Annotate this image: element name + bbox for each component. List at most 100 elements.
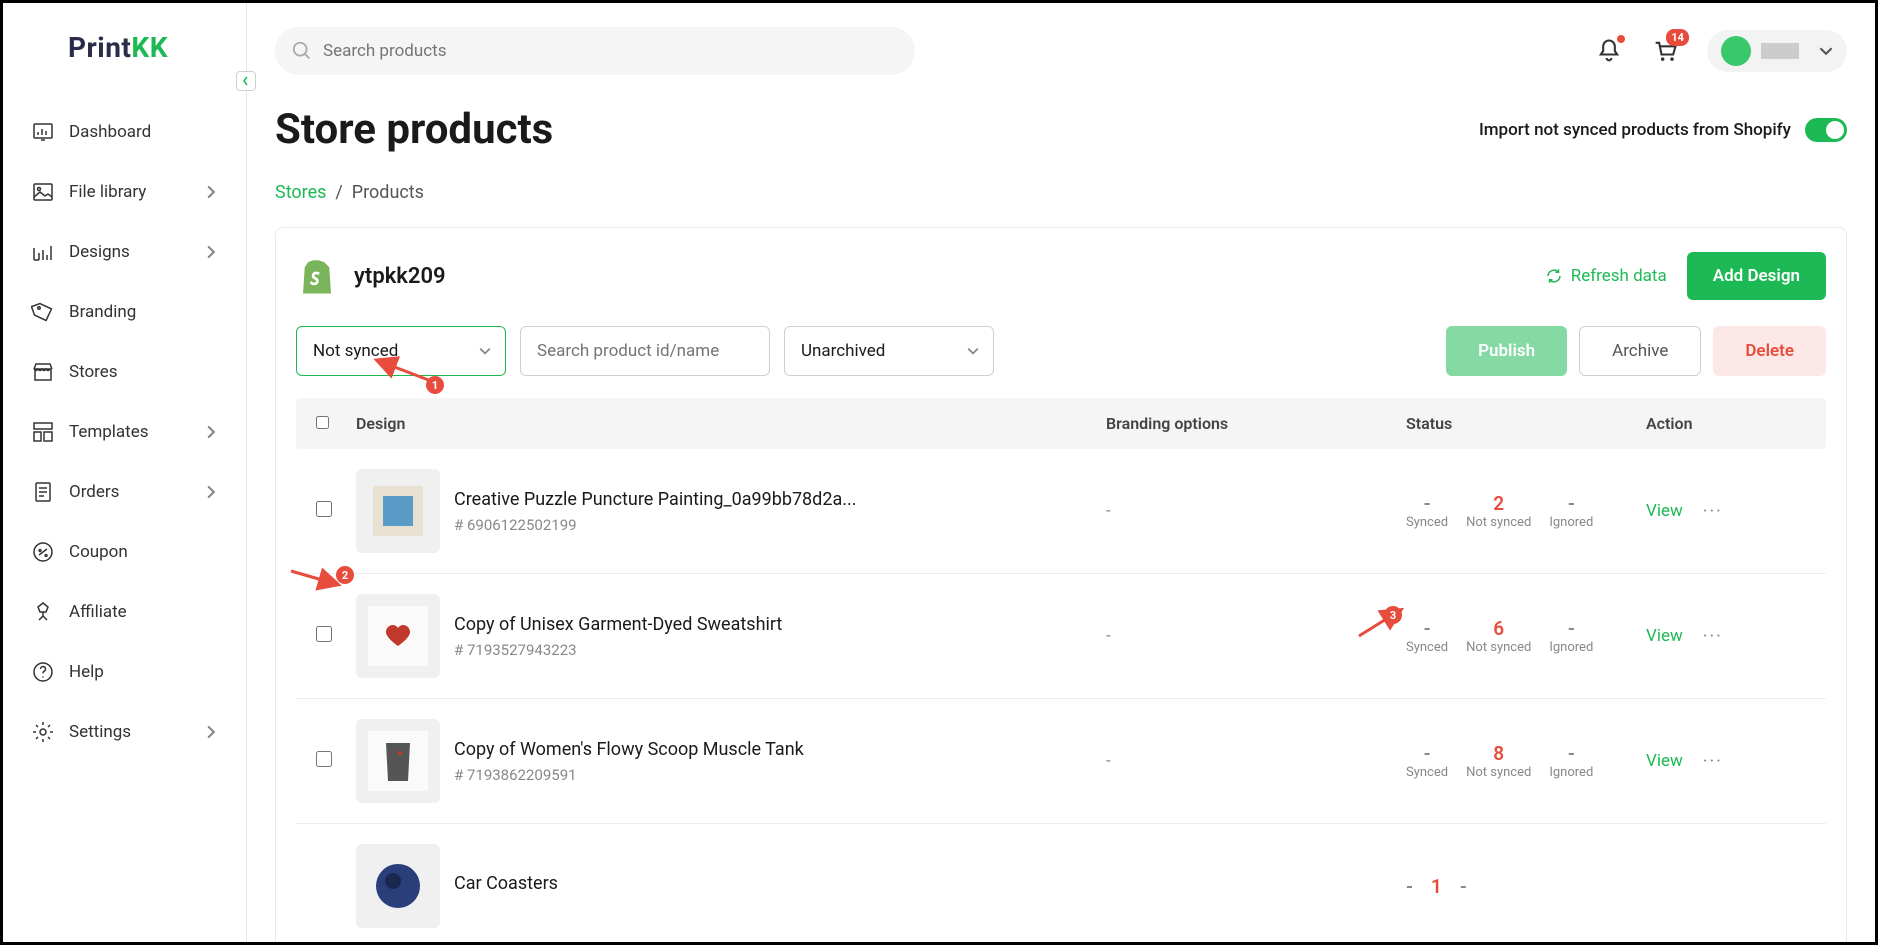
- row-checkbox[interactable]: [316, 501, 332, 517]
- import-toggle[interactable]: [1805, 118, 1847, 142]
- chevron-right-icon: [204, 425, 218, 439]
- shopify-icon: [296, 255, 338, 297]
- product-name: Copy of Women's Flowy Scoop Muscle Tank: [454, 739, 804, 760]
- more-actions-button[interactable]: ···: [1703, 626, 1723, 647]
- view-button[interactable]: View: [1646, 626, 1683, 646]
- sidebar-item-stores[interactable]: Stores: [3, 342, 246, 402]
- product-thumbnail: [356, 719, 440, 803]
- chevron-right-icon: [204, 485, 218, 499]
- sidebar-item-label: Orders: [69, 482, 119, 502]
- more-actions-button[interactable]: ···: [1703, 751, 1723, 772]
- delete-button[interactable]: Delete: [1713, 326, 1826, 376]
- sidebar-item-affiliate[interactable]: Affiliate: [3, 582, 246, 642]
- sidebar-item-label: Affiliate: [69, 602, 127, 622]
- sidebar-item-label: Coupon: [69, 542, 128, 562]
- product-thumbnail: [356, 469, 440, 553]
- breadcrumb-stores[interactable]: Stores: [275, 182, 326, 203]
- chevron-left-icon: [241, 76, 251, 86]
- table-row: Copy of Unisex Garment-Dyed Sweatshirt #…: [296, 574, 1826, 699]
- filter-status-select[interactable]: Not synced: [296, 326, 506, 376]
- avatar: [1721, 36, 1751, 66]
- header-action: Action: [1646, 414, 1806, 433]
- sidebar-item-label: Stores: [69, 362, 118, 382]
- breadcrumb-products: Products: [352, 182, 424, 203]
- header-brand: Branding options: [1106, 414, 1406, 433]
- sidebar-item-settings[interactable]: Settings: [3, 702, 246, 762]
- sidebar-item-label: Templates: [69, 422, 149, 442]
- page-title: Store products: [275, 105, 553, 154]
- search-icon: [291, 40, 313, 62]
- table-row: Car Coasters - 1 -: [296, 824, 1826, 942]
- global-search: [275, 27, 915, 75]
- cart-button[interactable]: 14: [1651, 37, 1679, 65]
- product-name: Copy of Unisex Garment-Dyed Sweatshirt: [454, 614, 782, 635]
- profile-name-placeholder: [1761, 43, 1799, 59]
- sidebar-item-designs[interactable]: Designs: [3, 222, 246, 282]
- sidebar-item-coupon[interactable]: Coupon: [3, 522, 246, 582]
- dashboard-icon: [31, 120, 55, 144]
- sidebar-item-label: Branding: [69, 302, 136, 322]
- sidebar-item-help[interactable]: Help: [3, 642, 246, 702]
- select-all-checkbox[interactable]: [316, 416, 329, 429]
- refresh-icon: [1545, 267, 1563, 285]
- header-design: Design: [356, 414, 1106, 433]
- product-thumbnail: [356, 844, 440, 928]
- sidebar-collapse-button[interactable]: [236, 71, 256, 91]
- chevron-down-icon: [479, 345, 491, 357]
- notification-dot: [1617, 35, 1625, 43]
- designs-icon: [31, 240, 55, 264]
- table-header: Design Branding options Status Action: [296, 398, 1826, 449]
- chevron-right-icon: [204, 245, 218, 259]
- chevron-down-icon: [967, 345, 979, 357]
- store-icon: [31, 360, 55, 384]
- view-button[interactable]: View: [1646, 501, 1683, 521]
- sidebar: PrintKK Dashboard File library Designs B…: [3, 3, 247, 942]
- row-checkbox[interactable]: [316, 626, 332, 642]
- sidebar-item-label: Help: [69, 662, 104, 682]
- orders-icon: [31, 480, 55, 504]
- gear-icon: [31, 720, 55, 744]
- filter-archive-select[interactable]: Unarchived: [784, 326, 994, 376]
- filter-search-input[interactable]: [520, 326, 770, 376]
- branding-cell: -: [1106, 626, 1406, 646]
- import-toggle-label: Import not synced products from Shopify: [1479, 120, 1791, 140]
- sidebar-item-label: File library: [69, 182, 146, 202]
- logo: PrintKK: [68, 31, 246, 64]
- sidebar-item-file-library[interactable]: File library: [3, 162, 246, 222]
- store-name: ytpkk209: [354, 264, 446, 289]
- header-status: Status: [1406, 414, 1646, 433]
- row-checkbox[interactable]: [316, 751, 332, 767]
- sidebar-item-orders[interactable]: Orders: [3, 462, 246, 522]
- products-panel: ytpkk209 Refresh data Add Design Not syn…: [275, 227, 1847, 942]
- annotation-badge-1: 1: [426, 376, 444, 394]
- chevron-right-icon: [204, 185, 218, 199]
- main-content: 14 Store products Import not synced prod…: [247, 3, 1875, 942]
- chevron-down-icon: [1819, 44, 1833, 58]
- product-name: Creative Puzzle Puncture Painting_0a99bb…: [454, 489, 856, 510]
- product-sku: # 6906122502199: [454, 516, 856, 534]
- product-sku: # 7193527943223: [454, 641, 782, 659]
- cart-badge: 14: [1666, 29, 1689, 46]
- notifications-button[interactable]: [1595, 37, 1623, 65]
- publish-button[interactable]: Publish: [1446, 326, 1567, 376]
- sidebar-item-dashboard[interactable]: Dashboard: [3, 102, 246, 162]
- table-row: Copy of Women's Flowy Scoop Muscle Tank …: [296, 699, 1826, 824]
- view-button[interactable]: View: [1646, 751, 1683, 771]
- branding-cell: -: [1106, 751, 1406, 771]
- sidebar-item-branding[interactable]: Branding: [3, 282, 246, 342]
- table-row: Creative Puzzle Puncture Painting_0a99bb…: [296, 449, 1826, 574]
- affiliate-icon: [31, 600, 55, 624]
- profile-menu[interactable]: [1707, 30, 1847, 72]
- refresh-data-button[interactable]: Refresh data: [1545, 266, 1667, 286]
- sidebar-item-label: Settings: [69, 722, 131, 742]
- sidebar-item-templates[interactable]: Templates: [3, 402, 246, 462]
- coupon-icon: [31, 540, 55, 564]
- archive-button[interactable]: Archive: [1579, 326, 1701, 376]
- templates-icon: [31, 420, 55, 444]
- search-input[interactable]: [275, 27, 915, 75]
- add-design-button[interactable]: Add Design: [1687, 252, 1826, 300]
- branding-cell: -: [1106, 501, 1406, 521]
- sidebar-item-label: Dashboard: [69, 122, 151, 142]
- more-actions-button[interactable]: ···: [1703, 501, 1723, 522]
- product-name: Car Coasters: [454, 873, 558, 894]
